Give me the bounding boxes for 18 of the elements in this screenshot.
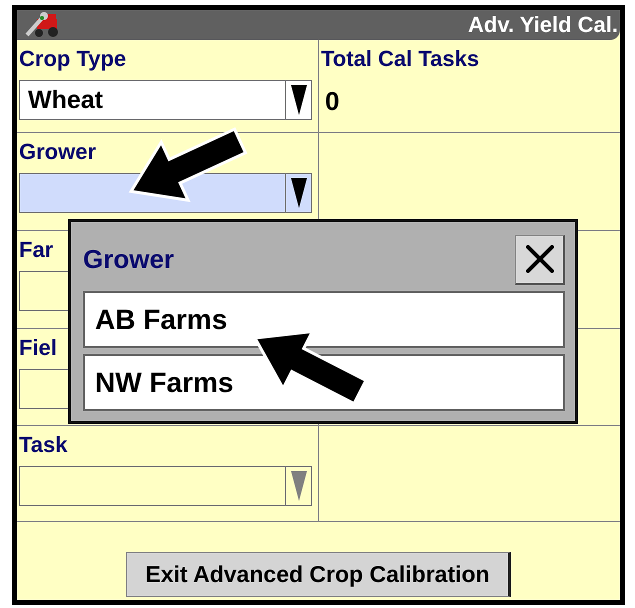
task-count: 0 xyxy=(324,85,340,117)
dropdown[interactable]: Wheat xyxy=(19,80,312,120)
exit-button[interactable]: Exit Advanced Crop Calibration xyxy=(126,552,511,597)
field-label: Task xyxy=(19,432,68,458)
field-label: Fiel xyxy=(19,335,57,361)
list-item[interactable]: NW Farms xyxy=(83,354,565,411)
field-label: Total Cal Tasks xyxy=(321,46,480,72)
field-label: Grower xyxy=(19,139,96,165)
window-title: Adv. Yield Cal. xyxy=(468,12,618,38)
dropdown-arrow-icon xyxy=(290,178,306,208)
field-label: Crop Type xyxy=(19,46,126,72)
dropdown-arrow-icon xyxy=(290,85,306,115)
field-label: Far xyxy=(19,237,54,263)
dropdown-arrow-icon xyxy=(290,471,306,501)
popup-title: Grower xyxy=(83,244,174,275)
close-icon xyxy=(524,244,554,274)
list-item[interactable]: AB Farms xyxy=(83,291,565,348)
close-button[interactable] xyxy=(515,234,565,284)
